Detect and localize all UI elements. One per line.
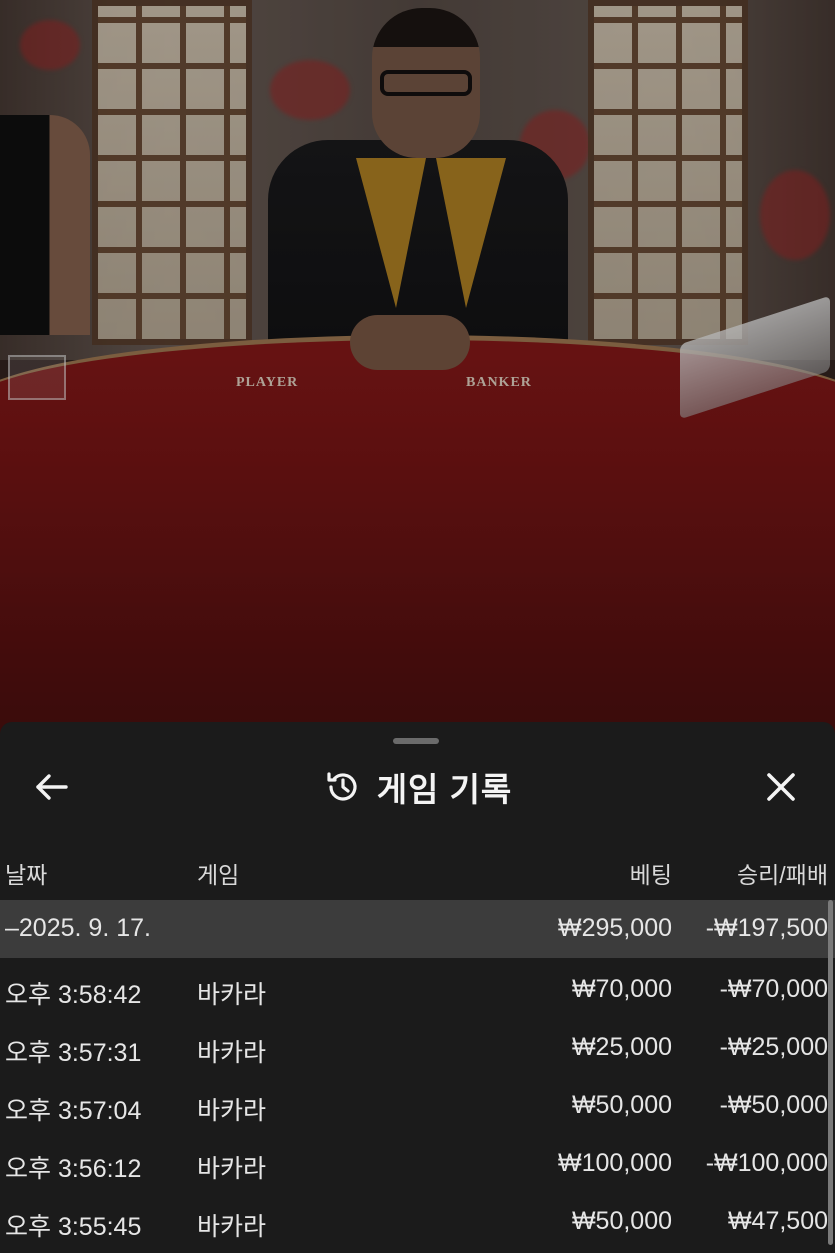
summary-result: -₩197,500 <box>705 914 828 942</box>
row-bet: ₩100,000 <box>558 1149 672 1177</box>
column-header-win-loss[interactable]: 승리/패배 <box>737 856 828 890</box>
row-bet: ₩50,000 <box>571 1207 672 1235</box>
video-dim-overlay <box>0 0 835 740</box>
title-group: 게임 기록 <box>0 752 835 822</box>
close-button[interactable] <box>763 769 799 805</box>
row-time: 오후 3:56:12 <box>5 1155 142 1183</box>
summary-date: –2025. 9. 17. <box>5 914 151 942</box>
sheet-drag-handle[interactable] <box>393 738 439 744</box>
table-row[interactable]: 오후 3:57:31 바카라 ₩25,000 -₩25,000 <box>0 1019 835 1077</box>
row-bet: ₩25,000 <box>571 1033 672 1061</box>
row-time: 오후 3:55:45 <box>5 1213 142 1241</box>
row-result: -₩50,000 <box>719 1091 828 1119</box>
close-x-icon <box>767 773 795 801</box>
table-header: 날짜 게임 베팅 승리/패배 <box>0 850 835 890</box>
column-header-date[interactable]: 날짜 <box>5 856 47 890</box>
back-button[interactable] <box>32 770 72 804</box>
row-result: ₩47,500 <box>727 1207 828 1235</box>
row-result: -₩70,000 <box>719 975 828 1003</box>
row-result: -₩25,000 <box>719 1033 828 1061</box>
table-row[interactable]: 오후 3:58:42 바카라 ₩70,000 -₩70,000 <box>0 961 835 1019</box>
row-game: 바카라 <box>197 1213 267 1241</box>
row-result: -₩100,000 <box>705 1149 828 1177</box>
history-clock-icon <box>323 767 363 807</box>
row-game: 바카라 <box>197 1155 267 1183</box>
page-title: 게임 기록 <box>376 771 513 808</box>
row-time: 오후 3:57:31 <box>5 1039 142 1067</box>
column-header-game[interactable]: 게임 <box>197 856 239 890</box>
date-summary-row[interactable]: –2025. 9. 17. ₩295,000 -₩197,500 <box>0 900 835 958</box>
table-row[interactable]: 오후 3:55:45 바카라 ₩50,000 ₩47,500 <box>0 1193 835 1251</box>
row-bet: ₩70,000 <box>571 975 672 1003</box>
table-row[interactable]: 오후 3:57:04 바카라 ₩50,000 -₩50,000 <box>0 1077 835 1135</box>
row-time: 오후 3:57:04 <box>5 1097 142 1125</box>
scrollbar[interactable] <box>828 900 833 1245</box>
row-game: 바카라 <box>197 981 267 1009</box>
game-history-sheet: 게임 기록 날짜 게임 베팅 승리/패배 –2025. 9. 17. ₩295,… <box>0 722 835 1253</box>
arrow-left-icon <box>36 774 68 800</box>
row-game: 바카라 <box>197 1097 267 1125</box>
summary-bet: ₩295,000 <box>558 914 672 942</box>
row-bet: ₩50,000 <box>571 1091 672 1119</box>
row-game: 바카라 <box>197 1039 267 1067</box>
sheet-header: 게임 기록 <box>0 752 835 822</box>
row-time: 오후 3:58:42 <box>5 981 142 1009</box>
live-video-feed: PLAYER BANKER <box>0 0 835 740</box>
column-header-bet[interactable]: 베팅 <box>630 856 672 890</box>
table-row[interactable]: 오후 3:56:12 바카라 ₩100,000 -₩100,000 <box>0 1135 835 1193</box>
